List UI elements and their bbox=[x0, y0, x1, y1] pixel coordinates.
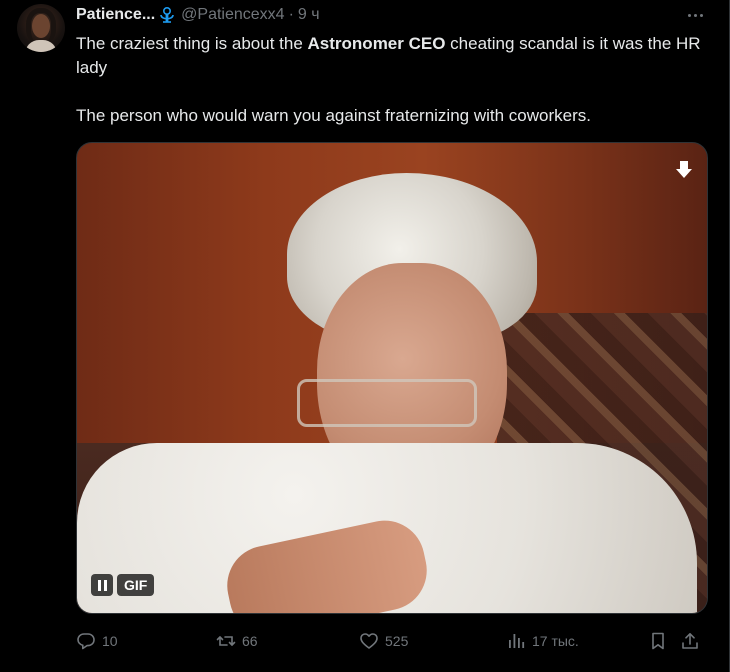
retweet-count: 66 bbox=[242, 633, 258, 649]
views-button[interactable]: 17 тыс. bbox=[506, 628, 579, 654]
avatar-shirt bbox=[25, 40, 57, 52]
badge-icon[interactable] bbox=[157, 5, 177, 25]
heart-icon bbox=[360, 633, 378, 649]
like-button[interactable]: 525 bbox=[359, 628, 408, 654]
retweet-icon bbox=[216, 636, 236, 646]
avatar[interactable] bbox=[17, 4, 65, 52]
share-button[interactable] bbox=[680, 628, 700, 654]
more-options-icon[interactable] bbox=[682, 5, 708, 25]
tweet[interactable]: Patience... @Patiencexx4 · 9 ч The crazi… bbox=[0, 0, 730, 672]
share-upload-icon bbox=[682, 633, 698, 649]
separator-dot: · bbox=[288, 6, 294, 23]
reply-count: 10 bbox=[102, 633, 118, 649]
display-name[interactable]: Patience... bbox=[76, 5, 155, 25]
tweet-text: The craziest thing is about the Astronom… bbox=[76, 32, 711, 128]
reply-bubble-icon bbox=[77, 633, 95, 650]
avatar-face bbox=[32, 14, 50, 38]
views-bars-icon bbox=[509, 634, 525, 648]
views-count: 17 тыс. bbox=[532, 633, 579, 649]
gif-media[interactable]: GIF bbox=[76, 142, 708, 614]
bookmark-button[interactable] bbox=[648, 628, 668, 654]
handle[interactable]: @Patiencexx4 bbox=[181, 5, 284, 25]
like-count: 525 bbox=[385, 633, 409, 649]
pause-icon[interactable] bbox=[91, 574, 113, 596]
gif-frame-glasses bbox=[297, 379, 477, 427]
reply-button[interactable]: 10 bbox=[76, 628, 118, 654]
tweet-paragraph-2: The person who would warn you against fr… bbox=[76, 106, 591, 125]
timestamp[interactable]: 9 ч bbox=[298, 5, 320, 25]
tweet-actions: 10 66 525 17 тыс. bbox=[76, 628, 708, 654]
retweet-button[interactable]: 66 bbox=[216, 628, 258, 654]
tweet-header: Patience... @Patiencexx4 · 9 ч bbox=[76, 5, 320, 25]
bookmark-icon bbox=[652, 632, 664, 650]
gif-controls: GIF bbox=[91, 574, 155, 596]
tweet-text-bold: Astronomer CEO bbox=[307, 34, 446, 53]
tweet-text-part-1: The craziest thing is about the bbox=[76, 34, 308, 53]
tweet-paragraph-1: The craziest thing is about the Astronom… bbox=[76, 32, 711, 80]
gif-label: GIF bbox=[117, 574, 155, 596]
download-arrow-icon[interactable] bbox=[673, 159, 695, 181]
